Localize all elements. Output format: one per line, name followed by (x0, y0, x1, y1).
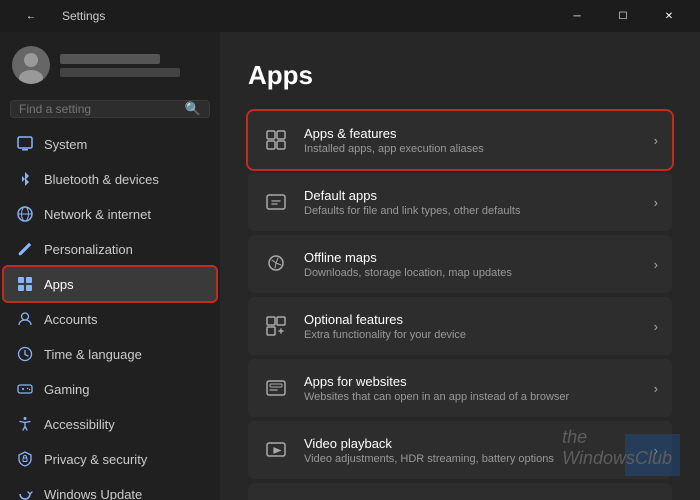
optional-features-title: Optional features (304, 312, 640, 327)
sidebar-item-label-network: Network & internet (44, 207, 151, 222)
default-apps-chevron: › (654, 195, 658, 210)
video-playback-title: Video playback (304, 436, 640, 451)
optional-features-desc: Extra functionality for your device (304, 329, 640, 341)
video-playback-text: Video playback Video adjustments, HDR str… (304, 436, 640, 465)
apps-icon (16, 275, 34, 293)
offline-maps-icon (262, 250, 290, 278)
gaming-icon (16, 380, 34, 398)
sidebar-item-label-personalization: Personalization (44, 242, 133, 257)
sidebar-item-label-bluetooth: Bluetooth & devices (44, 172, 159, 187)
default-apps-text: Default apps Defaults for file and link t… (304, 188, 640, 217)
sidebar-item-label-windows-update: Windows Update (44, 487, 142, 500)
time-icon (16, 345, 34, 363)
sidebar-item-label-privacy: Privacy & security (44, 452, 147, 467)
profile-email (60, 68, 180, 77)
sidebar-item-label-gaming: Gaming (44, 382, 90, 397)
settings-item-apps-features[interactable]: Apps & features Installed apps, app execu… (248, 111, 672, 169)
apps-features-title: Apps & features (304, 126, 640, 141)
search-icon: 🔍 (185, 101, 201, 117)
network-icon (16, 205, 34, 223)
restore-button[interactable]: ☐ (600, 0, 646, 32)
profile-info (60, 54, 180, 77)
privacy-icon (16, 450, 34, 468)
apps-features-text: Apps & features Installed apps, app execu… (304, 126, 640, 155)
sidebar-item-gaming[interactable]: Gaming (4, 372, 216, 406)
sidebar: 🔍 System Bluetooth & devices Network & int… (0, 32, 220, 500)
sidebar-item-label-system: System (44, 137, 87, 152)
titlebar: ← Settings ─ ☐ ✕ (0, 0, 700, 32)
sidebar-item-system[interactable]: System (4, 127, 216, 161)
search-box[interactable]: 🔍 (10, 100, 210, 118)
sidebar-item-label-apps: Apps (44, 277, 74, 292)
nav-list: System Bluetooth & devices Network & inter… (0, 126, 220, 500)
sidebar-item-apps[interactable]: Apps (4, 267, 216, 301)
close-button[interactable]: ✕ (646, 0, 692, 32)
optional-features-chevron: › (654, 319, 658, 334)
windows-update-icon (16, 485, 34, 500)
apps-features-chevron: › (654, 133, 658, 148)
accounts-icon (16, 310, 34, 328)
apps-features-icon (262, 126, 290, 154)
settings-item-default-apps[interactable]: Default apps Defaults for file and link t… (248, 173, 672, 231)
content: 🔍 System Bluetooth & devices Network & int… (0, 32, 700, 500)
default-apps-icon (262, 188, 290, 216)
apps-websites-desc: Websites that can open in an app instead… (304, 391, 640, 403)
apps-websites-text: Apps for websites Websites that can open … (304, 374, 640, 403)
settings-item-offline-maps[interactable]: Offline maps Downloads, storage location,… (248, 235, 672, 293)
personalization-icon (16, 240, 34, 258)
bluetooth-icon (16, 170, 34, 188)
default-apps-title: Default apps (304, 188, 640, 203)
video-playback-chevron: › (654, 443, 658, 458)
settings-window: ← Settings ─ ☐ ✕ (0, 0, 700, 500)
sidebar-item-bluetooth[interactable]: Bluetooth & devices (4, 162, 216, 196)
sidebar-item-accessibility[interactable]: Accessibility (4, 407, 216, 441)
video-playback-icon (262, 436, 290, 464)
offline-maps-title: Offline maps (304, 250, 640, 265)
main-content: Apps Apps & features Installed apps, app … (220, 32, 700, 500)
settings-item-apps-websites[interactable]: Apps for websites Websites that can open … (248, 359, 672, 417)
apps-websites-chevron: › (654, 381, 658, 396)
titlebar-title: Settings (62, 9, 105, 23)
apps-features-desc: Installed apps, app execution aliases (304, 143, 640, 155)
minimize-button[interactable]: ─ (554, 0, 600, 32)
sidebar-item-label-accessibility: Accessibility (44, 417, 115, 432)
search-input[interactable] (19, 102, 185, 116)
offline-maps-chevron: › (654, 257, 658, 272)
offline-maps-text: Offline maps Downloads, storage location,… (304, 250, 640, 279)
offline-maps-desc: Downloads, storage location, map updates (304, 267, 640, 279)
sidebar-item-network[interactable]: Network & internet (4, 197, 216, 231)
sidebar-item-windows-update[interactable]: Windows Update (4, 477, 216, 500)
optional-features-icon (262, 312, 290, 340)
sidebar-item-time[interactable]: Time & language (4, 337, 216, 371)
apps-websites-icon (262, 374, 290, 402)
titlebar-controls: ─ ☐ ✕ (554, 0, 692, 32)
accessibility-icon (16, 415, 34, 433)
page-title: Apps (248, 60, 672, 91)
default-apps-desc: Defaults for file and link types, other … (304, 205, 640, 217)
system-icon (16, 135, 34, 153)
settings-list: Apps & features Installed apps, app execu… (248, 111, 672, 500)
video-playback-desc: Video adjustments, HDR streaming, batter… (304, 453, 640, 465)
titlebar-left: ← Settings (8, 0, 105, 32)
settings-item-optional-features[interactable]: Optional features Extra functionality for… (248, 297, 672, 355)
sidebar-item-personalization[interactable]: Personalization (4, 232, 216, 266)
back-button[interactable]: ← (8, 0, 54, 32)
optional-features-text: Optional features Extra functionality for… (304, 312, 640, 341)
apps-websites-title: Apps for websites (304, 374, 640, 389)
sidebar-item-label-time: Time & language (44, 347, 142, 362)
settings-item-startup[interactable]: StartupApps that start automatically whe… (248, 483, 672, 500)
settings-item-video-playback[interactable]: Video playback Video adjustments, HDR str… (248, 421, 672, 479)
avatar (12, 46, 50, 84)
profile-name (60, 54, 160, 64)
sidebar-item-label-accounts: Accounts (44, 312, 97, 327)
sidebar-item-privacy[interactable]: Privacy & security (4, 442, 216, 476)
profile-section (0, 32, 220, 94)
sidebar-item-accounts[interactable]: Accounts (4, 302, 216, 336)
